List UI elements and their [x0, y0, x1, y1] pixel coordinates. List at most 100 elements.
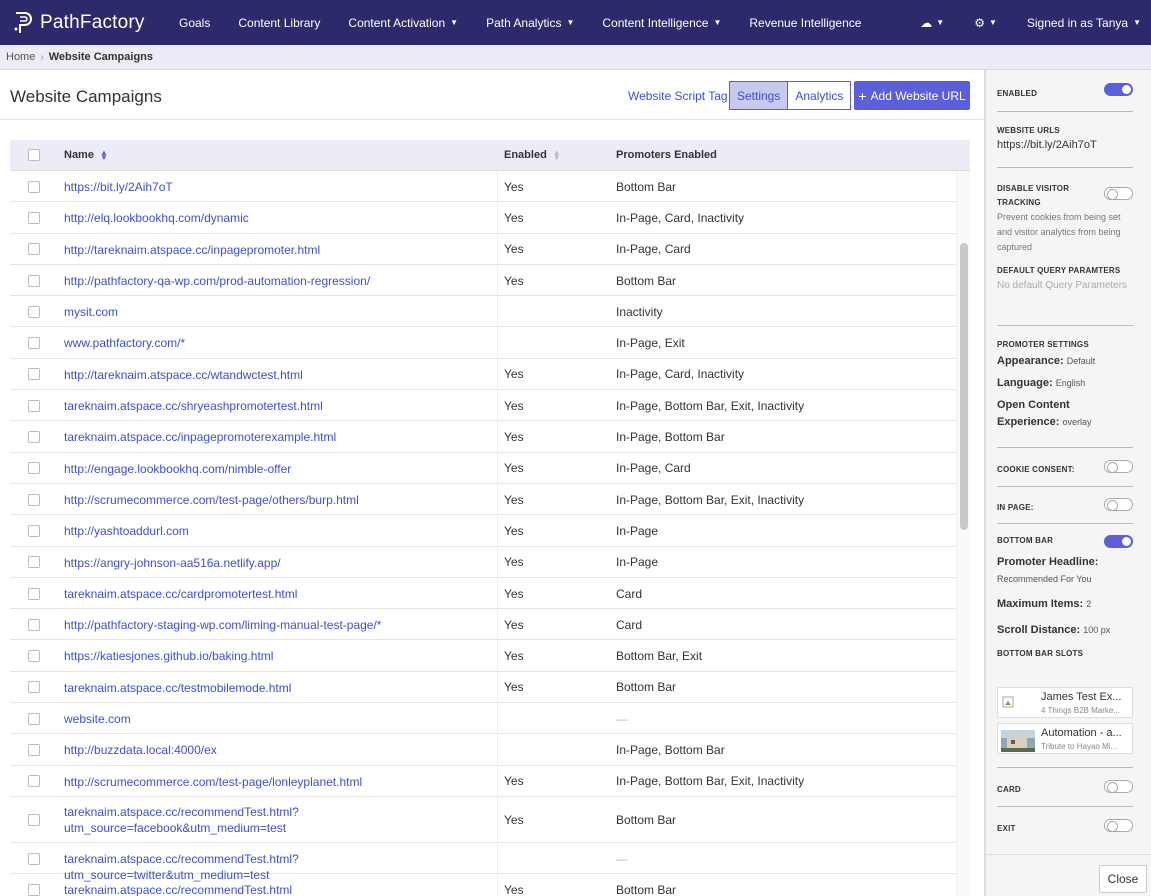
- row-checkbox[interactable]: [28, 852, 40, 865]
- table-row[interactable]: http://scrumecommerce.com/test-page/lonl…: [10, 765, 956, 797]
- table-row[interactable]: tareknaim.atspace.cc/recommendTest.html?…: [10, 842, 956, 882]
- row-checkbox[interactable]: [28, 274, 40, 287]
- row-name-link[interactable]: http://pathfactory-staging-wp.com/liming…: [64, 617, 494, 633]
- disable-tracking-toggle[interactable]: [1104, 187, 1133, 200]
- row-checkbox[interactable]: [28, 493, 40, 506]
- nav-item-goals[interactable]: Goals: [179, 16, 210, 30]
- in-page-toggle[interactable]: [1104, 498, 1133, 511]
- nav-item-revenue-intelligence[interactable]: Revenue Intelligence: [749, 16, 861, 30]
- table-row[interactable]: https://angry-johnson-aa516a.netlify.app…: [10, 546, 956, 578]
- table-row[interactable]: http://scrumecommerce.com/test-page/othe…: [10, 483, 956, 516]
- enabled-toggle[interactable]: [1104, 83, 1133, 96]
- row-checkbox[interactable]: [28, 337, 40, 350]
- cloud-menu[interactable]: ☁ ▼: [920, 16, 944, 30]
- row-name-link[interactable]: tareknaim.atspace.cc/cardpromotertest.ht…: [64, 586, 494, 602]
- row-name-link[interactable]: https://bit.ly/2Aih7oT: [64, 179, 494, 195]
- row-name-link[interactable]: http://tareknaim.atspace.cc/wtandwctest.…: [64, 367, 494, 383]
- add-website-url-button[interactable]: + Add Website URL: [854, 81, 970, 110]
- table-row[interactable]: https://katiesjones.github.io/baking.htm…: [10, 640, 956, 672]
- row-name-link[interactable]: http://scrumecommerce.com/test-page/othe…: [64, 492, 494, 508]
- exit-toggle[interactable]: [1104, 819, 1133, 832]
- row-checkbox[interactable]: [28, 556, 40, 569]
- table-row[interactable]: http://engage.lookbookhq.com/nimble-offe…: [10, 452, 956, 484]
- row-name-link[interactable]: http://elq.lookbookhq.com/dynamic: [64, 210, 494, 226]
- table-row[interactable]: http://tareknaim.atspace.cc/wtandwctest.…: [10, 358, 956, 391]
- table-scrollbar[interactable]: [956, 171, 970, 896]
- row-checkbox[interactable]: [28, 681, 40, 694]
- row-name-link[interactable]: www.pathfactory.com/*: [64, 335, 494, 351]
- row-name-link[interactable]: website.com: [64, 711, 494, 727]
- row-name-link[interactable]: http://yashtoaddurl.com: [64, 523, 494, 539]
- row-name-link[interactable]: http://scrumecommerce.com/test-page/lonl…: [64, 774, 494, 790]
- brand-logo[interactable]: PathFactory: [12, 10, 162, 36]
- website-script-tag-link[interactable]: Website Script Tag: [628, 89, 728, 103]
- row-name-link[interactable]: https://katiesjones.github.io/baking.htm…: [64, 648, 494, 664]
- row-checkbox[interactable]: [28, 211, 40, 224]
- nav-item-path-analytics[interactable]: Path Analytics ▼: [486, 16, 574, 30]
- column-header-enabled[interactable]: Enabled ▲ ▼: [504, 149, 561, 162]
- table-row[interactable]: http://elq.lookbookhq.com/dynamic Yes In-P…: [10, 202, 956, 234]
- row-checkbox[interactable]: [28, 243, 40, 256]
- column-header-name[interactable]: Name ▲ ▼: [64, 149, 108, 162]
- row-name-link[interactable]: tareknaim.atspace.cc/recommendTest.html: [64, 882, 494, 896]
- row-checkbox[interactable]: [28, 743, 40, 756]
- row-checkbox[interactable]: [28, 883, 40, 896]
- card-toggle[interactable]: [1104, 780, 1133, 793]
- table-row[interactable]: tareknaim.atspace.cc/inpagepromoterexamp…: [10, 421, 956, 453]
- row-checkbox[interactable]: [28, 180, 40, 193]
- row-name-link[interactable]: tareknaim.atspace.cc/testmobilemode.html: [64, 680, 494, 696]
- row-checkbox[interactable]: [28, 813, 40, 826]
- settings-menu[interactable]: ⚙ ▼: [974, 16, 997, 30]
- table-row[interactable]: mysit.com Inactivity: [10, 296, 956, 328]
- row-checkbox[interactable]: [28, 587, 40, 600]
- row-checkbox[interactable]: [28, 399, 40, 412]
- nav-item-content-activation[interactable]: Content Activation ▼: [348, 16, 458, 30]
- bottom-bar-toggle[interactable]: [1104, 535, 1133, 548]
- row-name-link[interactable]: http://pathfactory-qa-wp.com/prod-automa…: [64, 273, 494, 289]
- table-row[interactable]: https://bit.ly/2Aih7oT Yes Bottom Bar: [10, 171, 956, 203]
- analytics-button[interactable]: Analytics: [787, 81, 852, 110]
- table-row[interactable]: http://pathfactory-staging-wp.com/liming…: [10, 609, 956, 641]
- row-checkbox[interactable]: [28, 368, 40, 381]
- table-row[interactable]: http://tareknaim.atspace.cc/inpagepromot…: [10, 233, 956, 265]
- row-checkbox[interactable]: [28, 524, 40, 537]
- table-row[interactable]: http://yashtoaddurl.com Yes In-Page: [10, 515, 956, 547]
- breadcrumb-home[interactable]: Home: [6, 51, 35, 63]
- row-checkbox[interactable]: [28, 650, 40, 663]
- settings-button[interactable]: Settings: [729, 81, 788, 110]
- row-name-link[interactable]: http://tareknaim.atspace.cc/inpagepromot…: [64, 242, 494, 258]
- row-checkbox[interactable]: [28, 305, 40, 318]
- table-row[interactable]: tareknaim.atspace.cc/recommendTest.html?…: [10, 796, 956, 843]
- table-row[interactable]: http://buzzdata.local:4000/ex In-Page, Bo…: [10, 734, 956, 766]
- table-row[interactable]: tareknaim.atspace.cc/cardpromotertest.ht…: [10, 577, 956, 610]
- slot-item[interactable]: Automation - a... Tribute to Hayao Mi...: [997, 723, 1133, 754]
- row-name-link[interactable]: http://engage.lookbookhq.com/nimble-offe…: [64, 461, 494, 477]
- table-row[interactable]: tareknaim.atspace.cc/recommendTest.html Y…: [10, 874, 956, 896]
- table-row[interactable]: tareknaim.atspace.cc/testmobilemode.html…: [10, 671, 956, 704]
- slot-item[interactable]: James Test Ex... 4 Things B2B Marke...: [997, 687, 1133, 718]
- row-checkbox[interactable]: [28, 462, 40, 475]
- nav-item-content-intelligence[interactable]: Content Intelligence ▼: [602, 16, 721, 30]
- row-checkbox[interactable]: [28, 431, 40, 444]
- table-row[interactable]: http://pathfactory-qa-wp.com/prod-automa…: [10, 264, 956, 297]
- table-row[interactable]: www.pathfactory.com/* In-Page, Exit: [10, 327, 956, 359]
- row-checkbox[interactable]: [28, 775, 40, 788]
- row-checkbox[interactable]: [28, 618, 40, 631]
- row-name-link[interactable]: tareknaim.atspace.cc/recommendTest.html?…: [64, 804, 304, 836]
- cookie-consent-toggle[interactable]: [1104, 460, 1133, 473]
- row-name-link[interactable]: tareknaim.atspace.cc/shryeashpromotertes…: [64, 398, 494, 414]
- row-name-link[interactable]: tareknaim.atspace.cc/inpagepromoterexamp…: [64, 429, 494, 445]
- row-name-link[interactable]: mysit.com: [64, 304, 494, 320]
- scrollbar-thumb[interactable]: [960, 243, 968, 530]
- select-all-checkbox[interactable]: [28, 149, 40, 161]
- chevron-right-icon: ›: [40, 51, 44, 63]
- row-name-link[interactable]: https://angry-johnson-aa516a.netlify.app…: [64, 555, 494, 571]
- close-button[interactable]: Close: [1099, 865, 1147, 893]
- nav-item-content-library[interactable]: Content Library: [238, 16, 320, 30]
- table-row[interactable]: tareknaim.atspace.cc/shryeashpromotertes…: [10, 390, 956, 422]
- row-name-link[interactable]: http://buzzdata.local:4000/ex: [64, 742, 494, 758]
- row-promoters: In-Page, Bottom Bar, Exit, Inactivity: [616, 492, 805, 507]
- table-row[interactable]: website.com —: [10, 703, 956, 735]
- user-menu[interactable]: Signed in as Tanya ▼: [1027, 16, 1141, 30]
- row-checkbox[interactable]: [28, 712, 40, 725]
